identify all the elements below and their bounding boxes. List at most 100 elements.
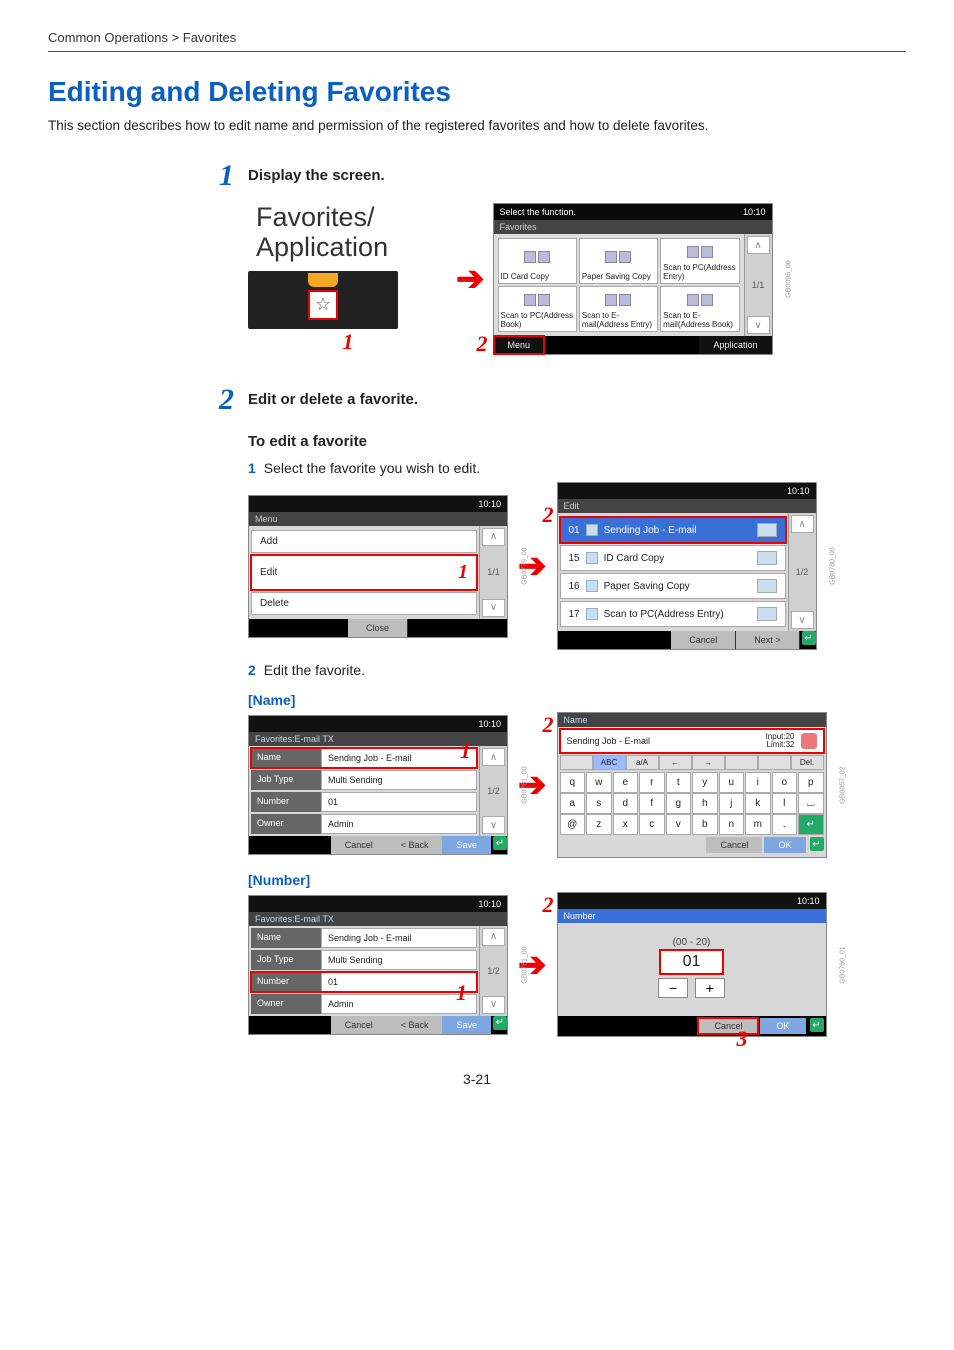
prop-row-name[interactable]: NameSending Job - E-mail [251,748,477,768]
scroll-down-icon[interactable]: ∨ [791,611,814,629]
key-t[interactable]: t [666,772,692,793]
figure-id: GB0057_02 [840,766,847,803]
key-a[interactable]: a [560,793,586,814]
mode-blank2[interactable] [725,755,758,770]
save-button[interactable]: Save [442,1016,491,1034]
key-n[interactable]: n [719,814,745,835]
kb-row2: asdfghjkl⌴ [558,793,826,814]
key-i[interactable]: i [745,772,771,793]
key-e[interactable]: e [613,772,639,793]
scroll-down-icon[interactable]: ∨ [747,316,770,334]
mode-right[interactable]: → [692,755,725,770]
prop-row-number[interactable]: Number01 [251,792,477,812]
prop-row-name[interactable]: NameSending Job - E-mail [251,928,477,948]
scroll-down-icon[interactable]: ∨ [482,599,505,617]
edit-row-15[interactable]: 15ID Card Copy [560,545,786,571]
favorites-hw-button[interactable]: ☆ [309,291,337,319]
key-l[interactable]: l [772,793,798,814]
tile-id-card-copy[interactable]: ID Card Copy [498,238,577,284]
close-button[interactable]: Close [348,619,408,637]
key-z[interactable]: z [586,814,612,835]
step-2-header: 2 Edit or delete a favorite. [208,385,906,415]
mode-case[interactable]: a/A [626,755,659,770]
key-j[interactable]: j [719,793,745,814]
cancel-button[interactable]: Cancel [331,1016,387,1034]
key-y[interactable]: y [692,772,718,793]
back-button[interactable]: < Back [387,1016,443,1034]
num-cancel-button[interactable]: Cancel [698,1018,758,1034]
edit-row-16[interactable]: 16Paper Saving Copy [560,573,786,599]
scan-icon [586,608,598,620]
key-s[interactable]: s [586,793,612,814]
callout-1: 1 [458,561,468,584]
key-g[interactable]: g [666,793,692,814]
key-h[interactable]: h [692,793,718,814]
key-at[interactable]: @ [560,814,586,835]
key-v[interactable]: v [666,814,692,835]
key-u[interactable]: u [719,772,745,793]
edit-row-17[interactable]: 17Scan to PC(Address Entry) [560,601,786,627]
prop-row-jobtype[interactable]: Job TypeMulti Sending [251,950,477,970]
scroll-down-icon[interactable]: ∨ [482,816,505,834]
tile-paper-saving-copy[interactable]: Paper Saving Copy [579,238,658,284]
back-button[interactable]: < Back [387,836,443,854]
kb-input-row[interactable]: Sending Job - E-mail Input:20Limit:32 [560,729,824,753]
mode-blank[interactable] [560,755,593,770]
num-display[interactable]: 01 [660,950,724,974]
key-q[interactable]: q [560,772,586,793]
key-b[interactable]: b [692,814,718,835]
prop-row-jobtype[interactable]: Job TypeMulti Sending [251,770,477,790]
kb-ok-button[interactable]: OK [764,837,805,853]
next-button[interactable]: Next > [736,631,799,649]
minus-button[interactable]: − [658,978,688,998]
menu-delete[interactable]: Delete [251,592,477,615]
key-space[interactable]: ⌴ [798,793,824,814]
step-1-header: 1 Display the screen. [208,161,906,191]
key-r[interactable]: r [639,772,665,793]
application-button[interactable]: Application [699,336,771,354]
edit-row-01[interactable]: 01Sending Job - E-mail [560,517,786,543]
menu-button[interactable]: Menu [494,336,545,354]
scroll-up-icon[interactable]: ∧ [482,528,505,546]
key-dot[interactable]: . [772,814,798,835]
key-o[interactable]: o [772,772,798,793]
clear-icon[interactable] [801,733,817,749]
cancel-button[interactable]: Cancel [671,631,736,649]
key-w[interactable]: w [586,772,612,793]
tile-scan-email-entry[interactable]: Scan to E-mail(Address Entry) [579,286,658,332]
prop-row-owner[interactable]: OwnerAdmin [251,814,477,834]
mode-left[interactable]: ← [659,755,692,770]
mode-abc[interactable]: ABC [593,755,626,770]
tile-scan-pc-book[interactable]: Scan to PC(Address Book) [498,286,577,332]
key-m[interactable]: m [745,814,771,835]
num-ok-button[interactable]: OK [760,1018,805,1034]
scroll-up-icon[interactable]: ∧ [482,748,505,766]
key-enter[interactable]: ↵ [798,814,824,835]
key-x[interactable]: x [613,814,639,835]
tile-scan-pc-entry[interactable]: Scan to PC(Address Entry) [660,238,739,284]
scroll-up-icon[interactable]: ∧ [791,515,814,533]
kb-cancel-button[interactable]: Cancel [706,837,762,853]
scroll-down-icon[interactable]: ∨ [482,996,505,1014]
cancel-button[interactable]: Cancel [331,836,387,854]
scroll-up-icon[interactable]: ∧ [482,928,505,946]
prop-row-number[interactable]: Number01 [251,972,477,992]
key-f[interactable]: f [639,793,665,814]
save-button[interactable]: Save [442,836,491,854]
scroll-up-icon[interactable]: ∧ [747,236,770,254]
key-k[interactable]: k [745,793,771,814]
tile-scan-email-book[interactable]: Scan to E-mail(Address Book) [660,286,739,332]
key-d[interactable]: d [613,793,639,814]
key-p[interactable]: p [798,772,824,793]
key-c[interactable]: c [639,814,665,835]
menu-add[interactable]: Add [251,530,477,553]
substep-1-num: 1 [248,460,256,476]
plus-button[interactable]: + [695,978,725,998]
mode-del[interactable]: Del. [791,755,824,770]
menu-edit[interactable]: Edit1 [251,555,477,590]
callout-1: 1 [456,980,467,1006]
prop-row-owner[interactable]: OwnerAdmin [251,994,477,1014]
enter-icon: ↵ [802,631,816,645]
device-tab [308,273,338,287]
mode-blank3[interactable] [758,755,791,770]
